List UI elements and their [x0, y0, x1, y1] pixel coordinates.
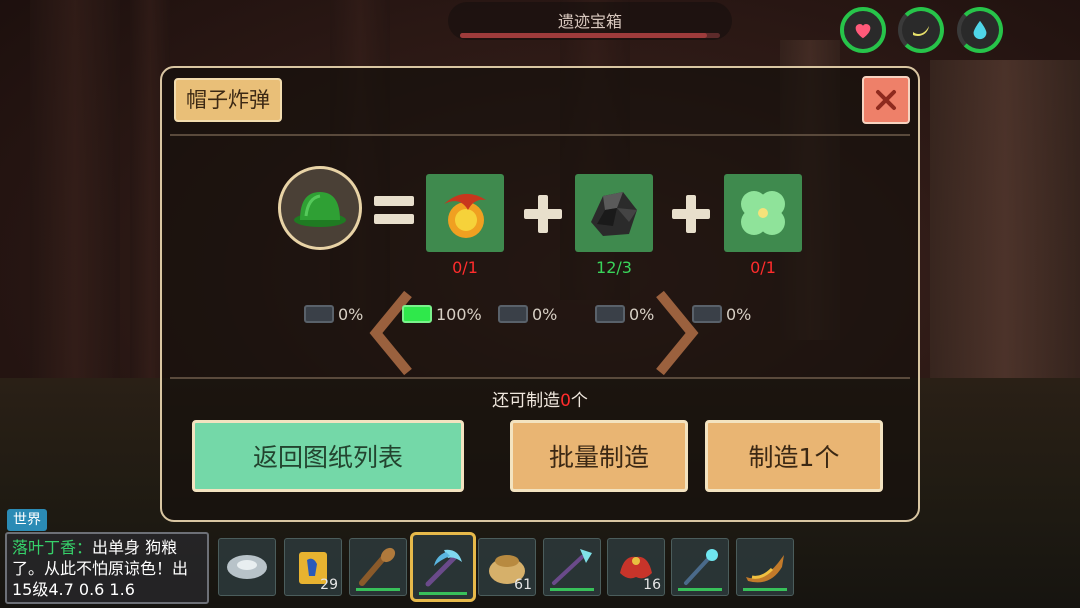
target-info-bar: 遗迹宝箱: [448, 2, 732, 40]
green-helmet-icon: [294, 192, 346, 227]
hotbar-slot-6[interactable]: [543, 538, 601, 596]
page-indicator-1[interactable]: 0%: [304, 302, 363, 326]
hotbar-slot-4-selected[interactable]: [410, 532, 476, 602]
crystal-spear-icon: [552, 549, 592, 585]
target-health-bar: [460, 33, 720, 38]
page-toggle: [595, 305, 625, 323]
heart-icon: [855, 24, 871, 39]
back-to-blueprint-list-button[interactable]: 返回图纸列表: [192, 420, 464, 492]
page-indicator-3[interactable]: 0%: [498, 302, 557, 326]
plus-icon: [672, 195, 710, 233]
ingredient-count-3: 0/1: [750, 258, 776, 277]
item-count: 29: [320, 577, 338, 593]
page-toggle: [304, 305, 334, 323]
craft-one-button[interactable]: 制造1个: [705, 420, 883, 492]
page-toggle: [692, 305, 722, 323]
hotbar-slot-9[interactable]: [736, 538, 794, 596]
page-percent: 0%: [338, 304, 364, 324]
target-health-fill: [460, 33, 707, 38]
remaining-craft-count: 还可制造0个: [492, 391, 588, 411]
water-drop-icon: [973, 20, 987, 40]
page-percent: 0%: [629, 304, 655, 324]
page-percent: 100%: [436, 304, 482, 324]
page-indicator-5[interactable]: 0%: [692, 302, 751, 326]
fire-fruit-icon: [444, 193, 486, 238]
result-item-slot[interactable]: [278, 166, 362, 250]
divider: [170, 134, 910, 136]
banana-icon: [913, 26, 929, 36]
item-count: 16: [643, 577, 661, 593]
close-button[interactable]: [862, 76, 910, 124]
durability-bar: [550, 588, 594, 591]
health-status: [840, 7, 886, 53]
plus-icon: [524, 195, 562, 233]
page-indicator-4[interactable]: 0%: [595, 302, 654, 326]
hotbar-slot-2[interactable]: 29: [284, 538, 342, 596]
thirst-status: [957, 7, 1003, 53]
ingredient-slot-3[interactable]: [724, 174, 802, 252]
divider: [170, 377, 910, 379]
four-leaf-clover-icon: [741, 191, 785, 235]
horn-icon: [746, 555, 784, 583]
page-indicator-2[interactable]: 100%: [402, 302, 482, 326]
chat-message-box[interactable]: 落叶丁香：出单身 狗粮了。从此不怕原谅色！出15级4.7 0.6 1.6: [5, 532, 209, 604]
hotbar-slot-8[interactable]: [671, 538, 729, 596]
coal-ore-icon: [591, 192, 637, 236]
page-toggle: [402, 305, 432, 323]
page-percent: 0%: [726, 304, 752, 324]
remaining-number: 0: [560, 391, 571, 411]
crystal-staff-icon: [684, 549, 718, 585]
wooden-club-icon: [359, 547, 396, 586]
hotbar-slot-7[interactable]: 16: [607, 538, 665, 596]
close-icon: [876, 90, 896, 110]
page-percent: 0%: [532, 304, 558, 324]
batch-craft-button[interactable]: 批量制造: [510, 420, 688, 492]
durability-bar: [743, 588, 787, 591]
ingredient-slot-1[interactable]: [426, 174, 504, 252]
chat-sender: 落叶丁香: [12, 538, 77, 557]
durability-bar: [356, 588, 400, 591]
hunger-status: [898, 7, 944, 53]
chat-channel-tab[interactable]: 世界: [7, 509, 47, 531]
ingredient-count-1: 0/1: [452, 258, 478, 277]
crystal-pickaxe-icon: [425, 549, 462, 587]
hotbar-slot-1[interactable]: [218, 538, 276, 596]
page-toggle: [498, 305, 528, 323]
hotbar-slot-5[interactable]: 61: [478, 538, 536, 596]
target-name: 遗迹宝箱: [557, 12, 622, 31]
durability-bar: [419, 592, 467, 595]
ingredient-slot-2[interactable]: [575, 174, 653, 252]
equals-icon: [374, 192, 414, 228]
durability-bar: [678, 588, 722, 591]
hotbar-slot-3[interactable]: [349, 538, 407, 596]
ingredient-count-2: 12/3: [596, 258, 632, 277]
stone-disc-icon: [227, 555, 267, 579]
crafting-panel: 帽子炸弹 0/1 12/3 0/1 0% 100% 0% 0% 0% 还可制造0…: [160, 66, 920, 522]
item-count: 61: [514, 577, 532, 593]
recipe-title: 帽子炸弹: [174, 78, 282, 122]
